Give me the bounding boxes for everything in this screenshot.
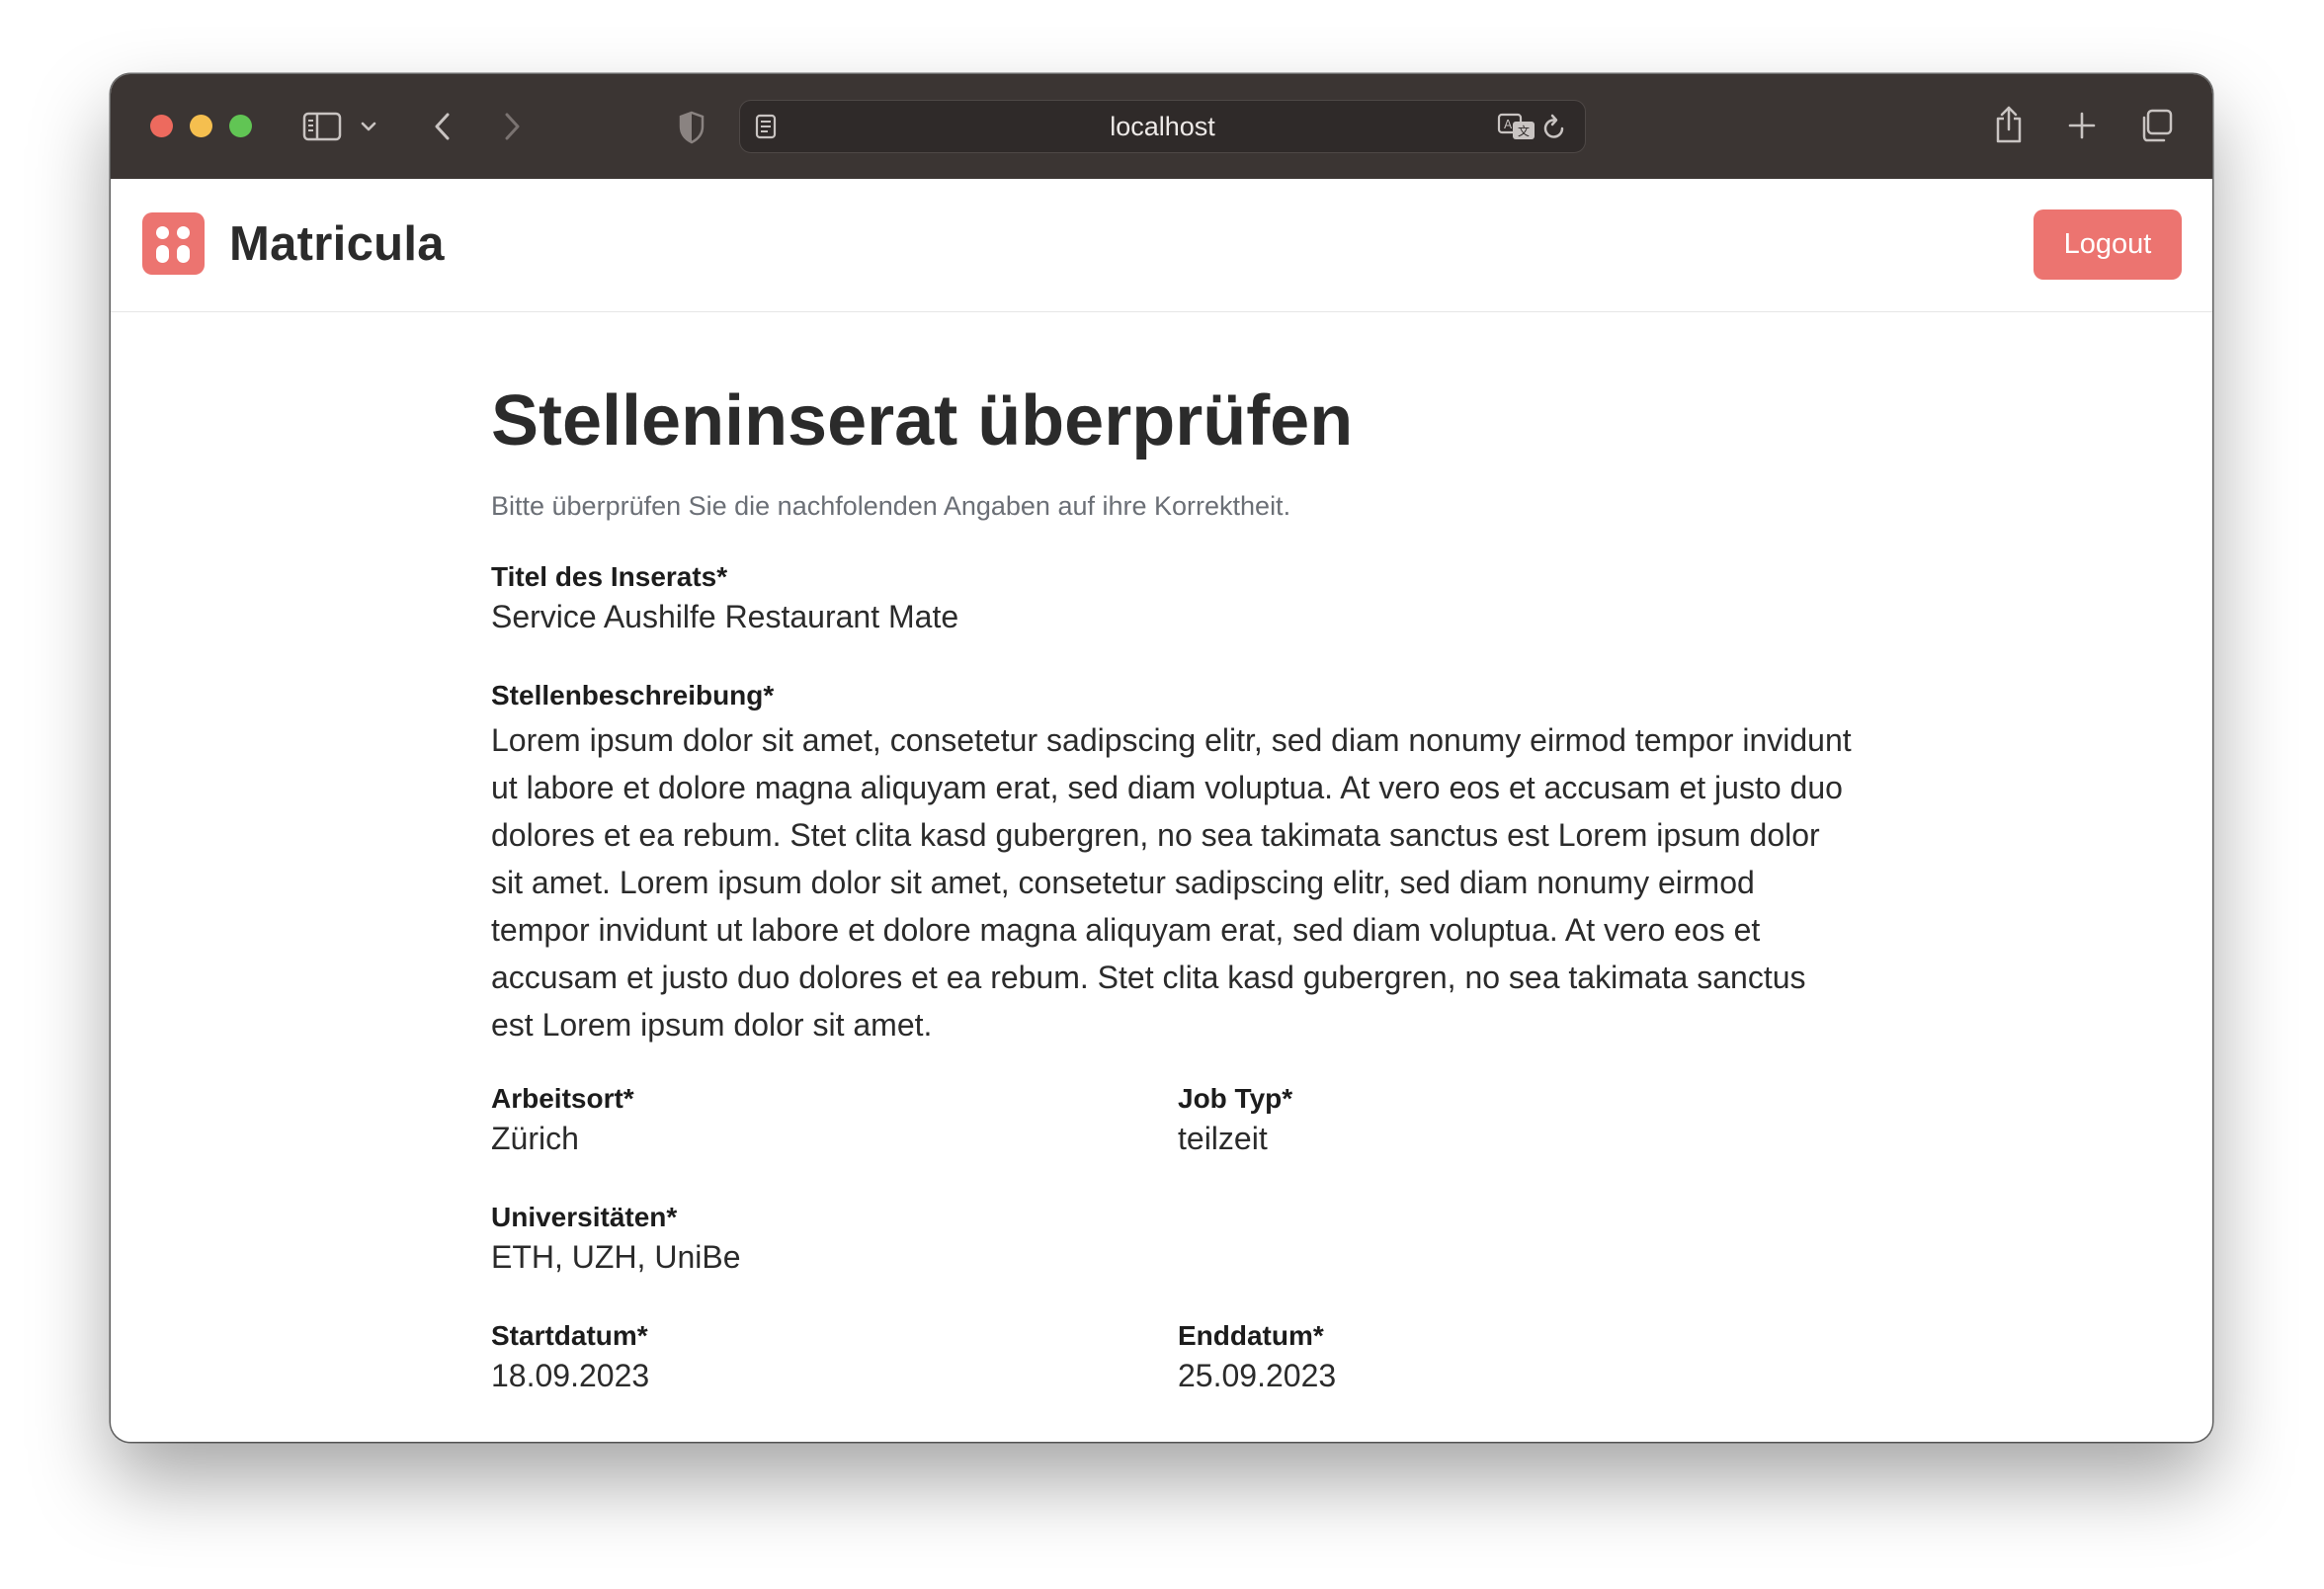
share-icon[interactable] <box>1992 104 2026 145</box>
translate-icon[interactable]: A 文 <box>1497 111 1536 142</box>
logout-button[interactable]: Logout <box>2034 209 2182 280</box>
back-icon[interactable] <box>429 110 456 143</box>
arbeitsort-label: Arbeitsort* <box>491 1083 634 1114</box>
minimize-window-button[interactable] <box>190 115 212 137</box>
universitaeten-label: Universitäten* <box>491 1202 678 1232</box>
new-tab-icon[interactable] <box>2067 111 2097 140</box>
shield-icon[interactable] <box>676 110 707 145</box>
close-window-button[interactable] <box>150 115 173 137</box>
tabs-overview-icon[interactable] <box>2138 108 2174 143</box>
enddatum-label: Enddatum* <box>1178 1320 1324 1351</box>
beschreibung-label: Stellenbeschreibung* <box>491 680 775 711</box>
matricula-logo-icon <box>142 212 205 275</box>
url-text[interactable]: localhost <box>740 101 1585 152</box>
brand-name: Matricula <box>229 216 445 271</box>
chevron-down-icon[interactable] <box>358 116 379 137</box>
svg-text:文: 文 <box>1518 124 1530 138</box>
forward-icon[interactable] <box>498 110 526 143</box>
browser-window: localhost A 文 Matricula Logout Stellenin… <box>111 74 2212 1442</box>
jobtyp-value: teilzeit <box>1178 1121 1268 1156</box>
titel-value: Service Aushilfe Restaurant Mate <box>491 599 959 634</box>
sidebar-icon[interactable] <box>302 110 342 143</box>
svg-text:A: A <box>1504 118 1513 131</box>
enddatum-value: 25.09.2023 <box>1178 1358 1337 1393</box>
startdatum-label: Startdatum* <box>491 1320 648 1351</box>
browser-toolbar: localhost A 文 <box>111 74 2212 180</box>
page-title: Stelleninserat überprüfen <box>491 381 1354 460</box>
zoom-window-button[interactable] <box>229 115 252 137</box>
address-bar[interactable]: localhost A 文 <box>739 100 1586 153</box>
reload-icon[interactable] <box>1540 113 1568 142</box>
page-subtitle: Bitte überprüfen Sie die nachfolenden An… <box>491 491 1291 521</box>
universitaeten-value: ETH, UZH, UniBe <box>491 1239 741 1275</box>
startdatum-value: 18.09.2023 <box>491 1358 650 1393</box>
beschreibung-value: Lorem ipsum dolor sit amet, consetetur s… <box>491 722 1852 1043</box>
titel-label: Titel des Inserats* <box>491 561 728 592</box>
jobtyp-label: Job Typ* <box>1178 1083 1293 1114</box>
arbeitsort-value: Zürich <box>491 1121 579 1156</box>
